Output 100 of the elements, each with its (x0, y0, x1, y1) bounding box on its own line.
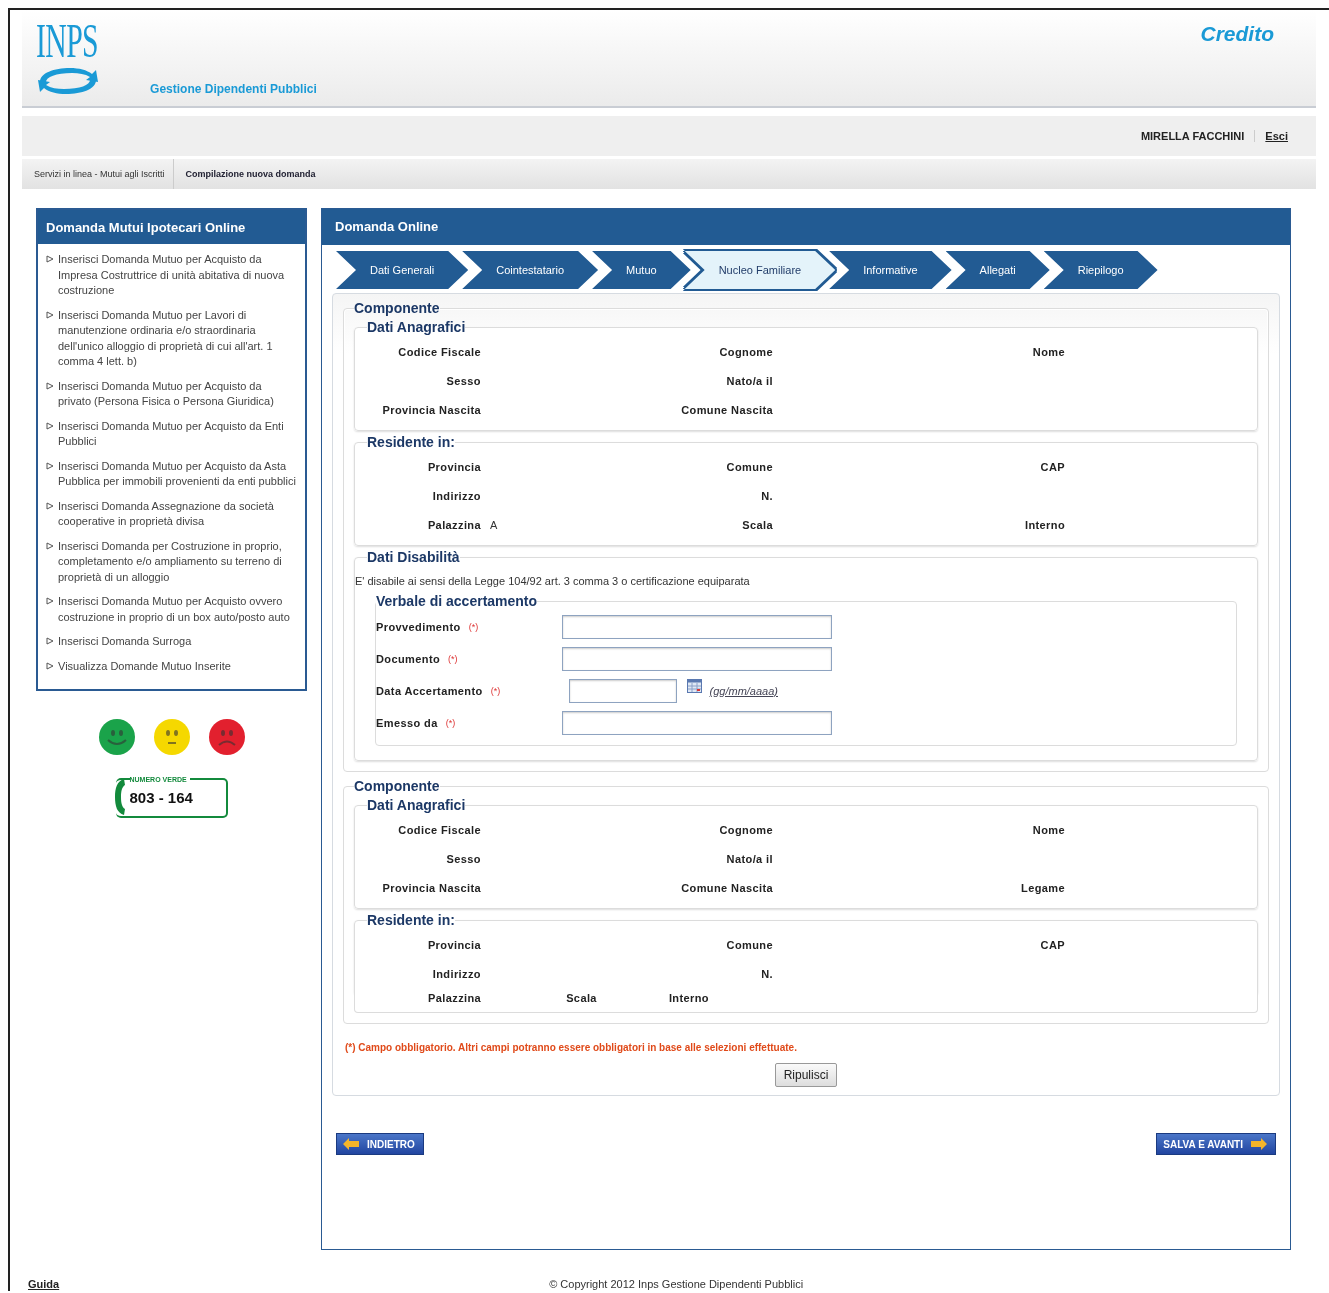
required-mark: (*) (468, 622, 479, 632)
field-label: Codice Fiscale (397, 345, 481, 358)
field-label: N. (760, 489, 773, 502)
triangle-icon (46, 541, 54, 550)
field-label: Indirizzo (431, 489, 481, 502)
logo-text: INPS (36, 16, 99, 66)
app-title: Credito (1200, 22, 1274, 46)
triangle-icon (46, 381, 54, 390)
triangle-icon (46, 310, 54, 319)
field-label: Nato/a il (725, 852, 773, 865)
step-tab[interactable]: Cointestatario (462, 251, 599, 289)
phone-number: 803 - 164 (129, 789, 193, 806)
sad-face-icon[interactable] (207, 718, 246, 756)
help-link[interactable]: Guida (28, 1278, 60, 1290)
verbale-legend: Verbale di accertamento (376, 593, 538, 609)
field-label: Interno (668, 991, 709, 1004)
step-tab[interactable]: Allegati (945, 251, 1050, 289)
back-button[interactable]: INDIETRO (336, 1133, 424, 1155)
field-label: Cognome (718, 823, 773, 836)
sidebar-link[interactable]: Inserisci Domanda Mutuo per Acquisto ovvero costruzione in proprio di un box auto/posto auto (58, 594, 297, 625)
section-legend: Residente in: (367, 434, 455, 450)
field-label: Data Accertamento (376, 685, 483, 697)
breadcrumb-item[interactable]: Servizi in linea - Mutui agli Iscritti (22, 159, 174, 189)
field-label: N. (760, 967, 773, 980)
field-label: Provvedimento (376, 621, 461, 633)
sidebar-link[interactable]: Inserisci Domanda Mutuo per Acquisto da Enti Pubblici (58, 418, 297, 450)
reset-button[interactable]: Ripulisci (774, 1063, 838, 1087)
triangle-icon (46, 597, 54, 605)
text-field[interactable] (562, 647, 832, 671)
field-label: CAP (1039, 460, 1065, 473)
sidebar-link[interactable]: Inserisci Domanda per Costruzione in proprio, completamento e/o ampliamento su terreno di proprietà di un alloggio (58, 538, 297, 585)
step-tab[interactable]: Dati Generali (336, 251, 469, 289)
field-label: Comune (725, 460, 773, 473)
fieldset-legend: Componente (354, 778, 440, 794)
field-label: Scala (566, 991, 597, 1004)
date-field[interactable] (568, 679, 677, 703)
required-mark: (*) (448, 654, 458, 664)
field-label: Comune Nascita (680, 881, 773, 894)
sidebar-link[interactable]: Inserisci Domanda Mutuo per Acquisto da privato (Persona Fisica o Persona Giuridica) (58, 378, 297, 410)
field-value: A (490, 518, 498, 531)
subtitle: Gestione Dipendenti Pubblici (150, 82, 317, 96)
field-label: Provincia Nascita (381, 403, 481, 416)
section-legend: Dati Disabilità (367, 549, 460, 565)
logout-link[interactable]: Esci (1265, 130, 1288, 142)
triangle-icon (46, 637, 54, 645)
field-label: Sesso (445, 374, 481, 387)
triangle-icon (46, 501, 54, 510)
triangle-icon (46, 661, 54, 670)
sidebar-title: Domanda Mutui Ipotecari Online (38, 210, 305, 244)
required-note: (*) Campo obbligatorio. Altri campi potranno essere obbligatori in base alle selezioni effettuate. (345, 1042, 798, 1053)
field-label: Nome (1031, 345, 1065, 358)
save-next-button[interactable]: SALVA E AVANTI (1156, 1133, 1276, 1155)
breadcrumb-item[interactable]: Compilazione nuova domanda (173, 159, 324, 189)
field-label: Nome (1031, 823, 1065, 836)
text-field[interactable] (562, 615, 832, 639)
sidebar-link[interactable]: Inserisci Domanda Assegnazione da società cooperative in proprietà divisa (58, 498, 297, 530)
field-label: Palazzina (428, 991, 482, 1004)
required-mark: (*) (445, 718, 456, 728)
required-mark: (*) (490, 686, 501, 696)
triangle-icon (46, 421, 54, 430)
fieldset-legend: Componente (354, 300, 440, 316)
sidebar-link[interactable]: Inserisci Domanda Mutuo per Acquisto da Asta Pubblica per immobili provenienti da enti pubblici (58, 458, 297, 490)
field-label: Provincia (426, 460, 481, 473)
happy-face-icon[interactable] (97, 718, 136, 756)
disability-text: E' disabile ai sensi della Legge 104/92 art. 3 comma 3 o certificazione equiparata (355, 575, 751, 587)
field-label: Sesso (445, 852, 481, 865)
left-arrow-icon (343, 1138, 359, 1150)
step-tab[interactable]: Nucleo Familiare (684, 251, 836, 289)
field-label: Legame (1020, 881, 1065, 894)
field-label: Indirizzo (431, 967, 481, 980)
section-legend: Residente in: (367, 912, 455, 928)
field-label: Scala (741, 518, 773, 531)
calendar-icon[interactable] (686, 679, 702, 693)
sidebar-link[interactable]: Inserisci Domanda Mutuo per Lavori di manutenzione ordinaria e/o straordinaria dell'unico alloggio di proprietà di cui all'art. 1 comma 4 lett. b) (58, 307, 297, 370)
section-legend: Dati Anagrafici (367, 797, 466, 813)
sidebar-link[interactable]: Visualizza Domande Mutuo Inserite (58, 658, 231, 674)
user-name: MIRELLA FACCHINI (1140, 130, 1256, 142)
neutral-face-icon[interactable] (152, 718, 191, 756)
field-label: Nato/a il (725, 374, 773, 387)
triangle-icon (46, 255, 54, 263)
panel-title: Domanda Online (322, 209, 1290, 245)
date-format-link[interactable]: (gg/mm/aaaa) (709, 685, 778, 697)
field-label: CAP (1039, 938, 1065, 951)
step-tab[interactable]: Riepilogo (1043, 251, 1158, 289)
field-label: Cognome (718, 345, 773, 358)
right-arrow-icon (1251, 1138, 1267, 1150)
field-label: Provincia Nascita (381, 881, 481, 894)
field-label: Codice Fiscale (397, 823, 481, 836)
field-label: Interno (1023, 518, 1065, 531)
field-label: Comune (725, 938, 773, 951)
field-label: Palazzina (426, 518, 481, 531)
step-tab[interactable]: Mutuo (592, 251, 691, 289)
step-tab[interactable]: Informative (829, 251, 952, 289)
sidebar-link[interactable]: Inserisci Domanda Mutuo per Acquisto da Impresa Costruttrice di unità abitativa di nuova costruzione (58, 252, 297, 299)
sidebar-link[interactable]: Inserisci Domanda Surroga (58, 634, 192, 650)
field-label: Comune Nascita (680, 403, 773, 416)
section-legend: Dati Anagrafici (367, 319, 466, 335)
field-label: Emesso da (376, 717, 438, 729)
field-label: Documento (376, 653, 441, 665)
text-field[interactable] (562, 711, 832, 735)
